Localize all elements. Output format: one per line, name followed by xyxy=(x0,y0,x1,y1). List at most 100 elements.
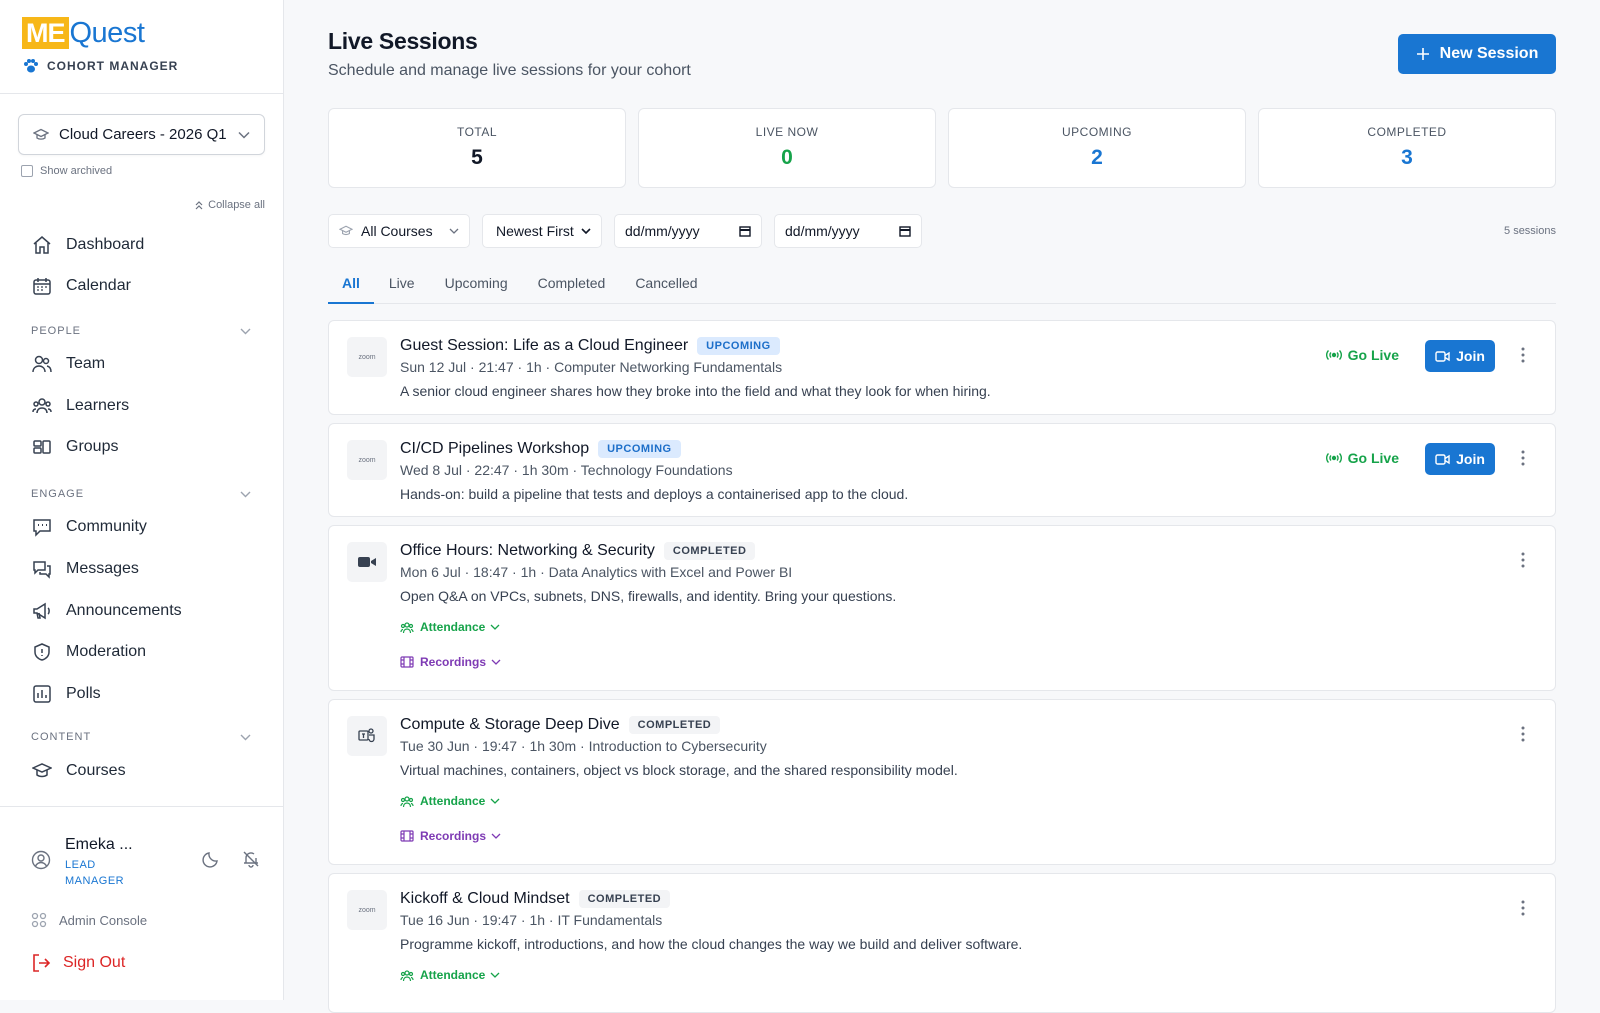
session-card[interactable]: zoom Guest Session: Life as a Cloud Engi… xyxy=(328,320,1556,415)
sidebar-item-messages[interactable]: Messages xyxy=(31,557,139,581)
tab-all[interactable]: All xyxy=(328,270,374,304)
graduation-cap-icon xyxy=(31,760,53,782)
sidebar-item-courses[interactable]: Courses xyxy=(31,759,126,783)
session-title: Kickoff & Cloud Mindset xyxy=(400,890,570,907)
sidebar-item-polls[interactable]: Polls xyxy=(31,682,101,706)
tab-completed[interactable]: Completed xyxy=(523,270,621,304)
status-badge: COMPLETED xyxy=(628,716,721,734)
logo[interactable]: ME Quest xyxy=(22,17,283,49)
date-to-input[interactable]: dd/mm/yyyy xyxy=(774,214,922,248)
session-meta: Mon 6 Jul · 18:47 · 1h · Data Analytics … xyxy=(400,564,793,580)
stat-label: COMPLETED xyxy=(1367,125,1447,139)
go-live-button[interactable]: Go Live xyxy=(1325,347,1399,363)
attendance-icon xyxy=(400,795,414,808)
sign-out-button[interactable]: Sign Out xyxy=(31,953,125,973)
graduation-cap-icon xyxy=(33,128,49,142)
session-description: Open Q&A on VPCs, subnets, DNS, firewall… xyxy=(400,588,897,604)
admin-console-link[interactable]: Admin Console xyxy=(31,912,147,928)
user-profile[interactable]: Emeka ... LEAD MANAGER xyxy=(31,836,135,889)
course-filter[interactable]: All Courses xyxy=(328,214,470,248)
tab-cancelled[interactable]: Cancelled xyxy=(620,270,712,304)
sidebar-item-label: Team xyxy=(66,355,106,372)
new-session-button[interactable]: New Session xyxy=(1398,34,1556,74)
sidebar-item-learners[interactable]: Learners xyxy=(31,394,129,418)
attendance-toggle[interactable]: Attendance xyxy=(400,794,500,808)
join-button[interactable]: Join xyxy=(1425,340,1495,372)
join-button[interactable]: Join xyxy=(1425,443,1495,475)
more-options-icon[interactable] xyxy=(1521,450,1525,466)
stat-completed: COMPLETED 3 xyxy=(1258,108,1556,188)
join-label: Join xyxy=(1456,451,1485,467)
page-subtitle: Schedule and manage live sessions for yo… xyxy=(328,62,691,79)
section-people[interactable]: PEOPLE xyxy=(31,325,251,337)
sort-select[interactable]: Newest First xyxy=(482,214,602,248)
sidebar-item-dashboard[interactable]: Dashboard xyxy=(31,233,144,257)
graduation-cap-icon xyxy=(339,225,353,237)
chevron-down-icon xyxy=(490,624,500,630)
section-engage[interactable]: ENGAGE xyxy=(31,488,251,500)
stat-label: TOTAL xyxy=(456,125,498,139)
teams-icon xyxy=(347,716,387,756)
status-tabs: All Live Upcoming Completed Cancelled xyxy=(328,270,1556,304)
tab-live[interactable]: Live xyxy=(374,270,430,304)
go-live-button[interactable]: Go Live xyxy=(1325,450,1399,466)
session-title: Office Hours: Networking & Security xyxy=(400,542,655,559)
section-title: PEOPLE xyxy=(31,325,82,337)
zoom-icon: zoom xyxy=(347,440,387,480)
session-title: Guest Session: Life as a Cloud Engineer xyxy=(400,337,689,354)
calendar-icon[interactable] xyxy=(899,225,911,237)
sidebar-item-community[interactable]: Community xyxy=(31,515,147,539)
attendance-toggle[interactable]: Attendance xyxy=(400,620,500,634)
sidebar-item-label: Moderation xyxy=(66,643,147,660)
film-icon xyxy=(400,830,414,842)
attendance-label: Attendance xyxy=(420,794,486,808)
stat-label: LIVE NOW xyxy=(755,125,819,139)
session-card[interactable]: zoom CI/CD Pipelines Workshop UPCOMING W… xyxy=(328,423,1556,517)
sidebar-item-announcements[interactable]: Announcements xyxy=(31,599,182,623)
more-options-icon[interactable] xyxy=(1521,900,1525,916)
chevron-down-icon xyxy=(240,734,251,741)
calendar-icon xyxy=(31,275,53,297)
session-title-row: Guest Session: Life as a Cloud Engineer … xyxy=(400,337,780,355)
sign-out-label: Sign Out xyxy=(63,954,126,971)
new-session-label: New Session xyxy=(1439,45,1539,62)
section-content[interactable]: CONTENT xyxy=(31,731,251,743)
chevron-down-icon xyxy=(491,659,501,665)
sidebar-item-calendar[interactable]: Calendar xyxy=(31,274,131,298)
log-out-icon xyxy=(33,954,51,972)
session-description: Hands-on: build a pipeline that tests an… xyxy=(400,486,909,502)
date-from-input[interactable]: dd/mm/yyyy xyxy=(614,214,762,248)
stat-value: 5 xyxy=(471,146,483,169)
home-icon xyxy=(31,234,53,256)
broadcast-icon xyxy=(1325,453,1342,463)
cohort-select[interactable]: Cloud Careers - 2026 Q1 xyxy=(18,114,265,155)
show-archived-checkbox[interactable]: Show archived xyxy=(21,165,112,177)
recordings-toggle[interactable]: Recordings xyxy=(400,655,501,669)
moon-icon[interactable] xyxy=(202,850,220,868)
collapse-all-button[interactable]: Collapse all xyxy=(194,199,265,211)
sidebar: ME Quest COHORT MANAGER Cloud Careers - … xyxy=(0,0,284,1000)
more-options-icon[interactable] xyxy=(1521,552,1525,568)
session-title: Compute & Storage Deep Dive xyxy=(400,716,620,733)
zoom-icon: zoom xyxy=(347,337,387,377)
section-title: ENGAGE xyxy=(31,488,85,500)
sidebar-item-label: Courses xyxy=(66,762,126,779)
calendar-icon[interactable] xyxy=(739,225,751,237)
session-card[interactable]: Compute & Storage Deep Dive COMPLETED Tu… xyxy=(328,699,1556,865)
user-name: Emeka ... xyxy=(65,836,133,853)
video-icon xyxy=(347,542,387,582)
session-card[interactable]: Office Hours: Networking & Security COMP… xyxy=(328,525,1556,691)
more-options-icon[interactable] xyxy=(1521,726,1525,742)
sidebar-item-moderation[interactable]: Moderation xyxy=(31,640,146,664)
recordings-toggle[interactable]: Recordings xyxy=(400,829,501,843)
bell-off-icon[interactable] xyxy=(242,850,260,868)
tab-upcoming[interactable]: Upcoming xyxy=(430,270,523,304)
chevron-down-icon xyxy=(491,833,501,839)
attendance-toggle[interactable]: Attendance xyxy=(400,968,500,982)
sidebar-item-team[interactable]: Team xyxy=(31,352,105,376)
session-card[interactable]: zoom Kickoff & Cloud Mindset COMPLETED T… xyxy=(328,873,1556,1013)
more-options-icon[interactable] xyxy=(1521,347,1525,363)
checkbox-box[interactable] xyxy=(21,165,33,177)
status-badge: UPCOMING xyxy=(697,337,780,355)
sidebar-item-groups[interactable]: Groups xyxy=(31,435,118,459)
